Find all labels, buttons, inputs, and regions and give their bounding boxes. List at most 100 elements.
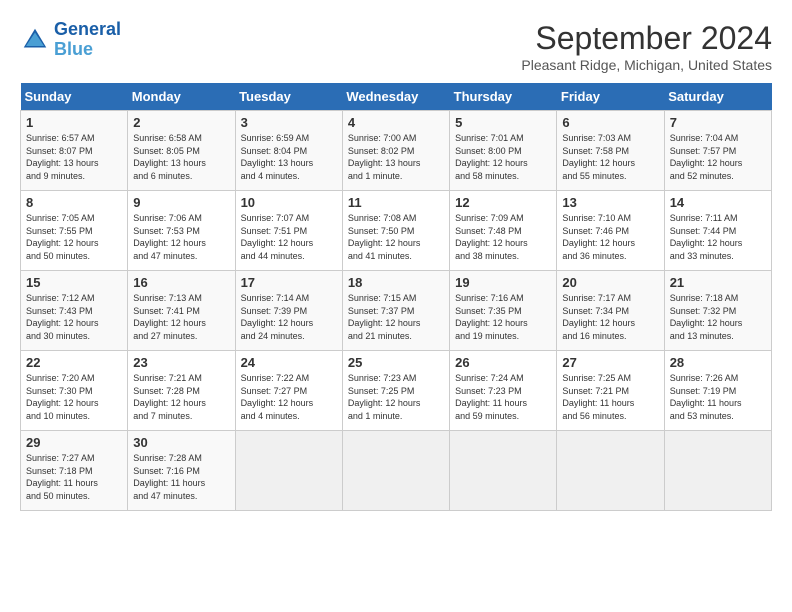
calendar-cell: 20 Sunrise: 7:17 AM Sunset: 7:34 PM Dayli… [557,271,664,351]
calendar-cell [664,431,771,511]
calendar-cell: 29 Sunrise: 7:27 AM Sunset: 7:18 PM Dayli… [21,431,128,511]
day-info: Sunrise: 7:22 AM Sunset: 7:27 PM Dayligh… [241,372,337,422]
day-number: 4 [348,115,444,130]
day-info: Sunrise: 6:58 AM Sunset: 8:05 PM Dayligh… [133,132,229,182]
day-info: Sunrise: 6:57 AM Sunset: 8:07 PM Dayligh… [26,132,122,182]
calendar-cell: 14 Sunrise: 7:11 AM Sunset: 7:44 PM Dayli… [664,191,771,271]
day-number: 28 [670,355,766,370]
day-number: 12 [455,195,551,210]
day-number: 3 [241,115,337,130]
day-info: Sunrise: 7:01 AM Sunset: 8:00 PM Dayligh… [455,132,551,182]
day-info: Sunrise: 7:24 AM Sunset: 7:23 PM Dayligh… [455,372,551,422]
weekday-header-sunday: Sunday [21,83,128,111]
day-number: 6 [562,115,658,130]
day-info: Sunrise: 7:09 AM Sunset: 7:48 PM Dayligh… [455,212,551,262]
day-number: 13 [562,195,658,210]
day-number: 11 [348,195,444,210]
day-info: Sunrise: 7:17 AM Sunset: 7:34 PM Dayligh… [562,292,658,342]
day-info: Sunrise: 7:05 AM Sunset: 7:55 PM Dayligh… [26,212,122,262]
day-info: Sunrise: 7:25 AM Sunset: 7:21 PM Dayligh… [562,372,658,422]
day-number: 5 [455,115,551,130]
calendar-cell: 27Sunrise: 7:25 AM Sunset: 7:21 PM Dayli… [557,351,664,431]
day-info: Sunrise: 7:07 AM Sunset: 7:51 PM Dayligh… [241,212,337,262]
calendar-cell: 9Sunrise: 7:06 AM Sunset: 7:53 PM Daylig… [128,191,235,271]
calendar-week-3: 15Sunrise: 7:12 AM Sunset: 7:43 PM Dayli… [21,271,772,351]
calendar-week-1: 1 Sunrise: 6:57 AM Sunset: 8:07 PM Daylig… [21,111,772,191]
calendar-cell: 16Sunrise: 7:13 AM Sunset: 7:41 PM Dayli… [128,271,235,351]
calendar-cell: 8Sunrise: 7:05 AM Sunset: 7:55 PM Daylig… [21,191,128,271]
calendar-cell: 26 Sunrise: 7:24 AM Sunset: 7:23 PM Dayli… [450,351,557,431]
day-number: 26 [455,355,551,370]
month-title: September 2024 [521,20,772,57]
day-number: 19 [455,275,551,290]
calendar-cell: 30Sunrise: 7:28 AM Sunset: 7:16 PM Dayli… [128,431,235,511]
weekday-header-wednesday: Wednesday [342,83,449,111]
calendar-week-5: 29 Sunrise: 7:27 AM Sunset: 7:18 PM Dayli… [21,431,772,511]
weekday-header-friday: Friday [557,83,664,111]
day-number: 15 [26,275,122,290]
day-number: 7 [670,115,766,130]
day-info: Sunrise: 7:15 AM Sunset: 7:37 PM Dayligh… [348,292,444,342]
weekday-header-saturday: Saturday [664,83,771,111]
calendar-cell: 24 Sunrise: 7:22 AM Sunset: 7:27 PM Dayli… [235,351,342,431]
day-number: 29 [26,435,122,450]
day-number: 1 [26,115,122,130]
day-number: 2 [133,115,229,130]
logo-icon [20,25,50,55]
day-info: Sunrise: 7:27 AM Sunset: 7:18 PM Dayligh… [26,452,122,502]
calendar-cell: 18 Sunrise: 7:15 AM Sunset: 7:37 PM Dayli… [342,271,449,351]
calendar-cell: 11Sunrise: 7:08 AM Sunset: 7:50 PM Dayli… [342,191,449,271]
day-number: 24 [241,355,337,370]
day-info: Sunrise: 7:20 AM Sunset: 7:30 PM Dayligh… [26,372,122,422]
calendar-cell: 15Sunrise: 7:12 AM Sunset: 7:43 PM Dayli… [21,271,128,351]
calendar-cell: 19Sunrise: 7:16 AM Sunset: 7:35 PM Dayli… [450,271,557,351]
day-info: Sunrise: 7:11 AM Sunset: 7:44 PM Dayligh… [670,212,766,262]
day-info: Sunrise: 7:21 AM Sunset: 7:28 PM Dayligh… [133,372,229,422]
weekday-header-tuesday: Tuesday [235,83,342,111]
calendar-cell: 1 Sunrise: 6:57 AM Sunset: 8:07 PM Daylig… [21,111,128,191]
calendar-cell: 17 Sunrise: 7:14 AM Sunset: 7:39 PM Dayli… [235,271,342,351]
calendar-cell: 7Sunrise: 7:04 AM Sunset: 7:57 PM Daylig… [664,111,771,191]
day-number: 20 [562,275,658,290]
calendar-cell: 5 Sunrise: 7:01 AM Sunset: 8:00 PM Daylig… [450,111,557,191]
calendar-cell: 28 Sunrise: 7:26 AM Sunset: 7:19 PM Dayli… [664,351,771,431]
calendar-cell: 13 Sunrise: 7:10 AM Sunset: 7:46 PM Dayli… [557,191,664,271]
day-info: Sunrise: 7:26 AM Sunset: 7:19 PM Dayligh… [670,372,766,422]
logo-text: GeneralBlue [54,20,121,60]
title-block: September 2024 Pleasant Ridge, Michigan,… [521,20,772,73]
day-info: Sunrise: 7:14 AM Sunset: 7:39 PM Dayligh… [241,292,337,342]
location: Pleasant Ridge, Michigan, United States [521,57,772,73]
page-header: GeneralBlue September 2024 Pleasant Ridg… [20,20,772,73]
day-number: 18 [348,275,444,290]
calendar-cell: 10 Sunrise: 7:07 AM Sunset: 7:51 PM Dayli… [235,191,342,271]
weekday-header-row: SundayMondayTuesdayWednesdayThursdayFrid… [21,83,772,111]
day-number: 16 [133,275,229,290]
calendar-cell [450,431,557,511]
day-number: 21 [670,275,766,290]
day-number: 23 [133,355,229,370]
day-info: Sunrise: 6:59 AM Sunset: 8:04 PM Dayligh… [241,132,337,182]
logo: GeneralBlue [20,20,121,60]
calendar-cell: 21 Sunrise: 7:18 AM Sunset: 7:32 PM Dayli… [664,271,771,351]
calendar-cell [235,431,342,511]
calendar-cell [342,431,449,511]
day-number: 25 [348,355,444,370]
day-info: Sunrise: 7:23 AM Sunset: 7:25 PM Dayligh… [348,372,444,422]
calendar-cell: 22Sunrise: 7:20 AM Sunset: 7:30 PM Dayli… [21,351,128,431]
calendar-cell: 23 Sunrise: 7:21 AM Sunset: 7:28 PM Dayli… [128,351,235,431]
day-number: 10 [241,195,337,210]
calendar-week-2: 8Sunrise: 7:05 AM Sunset: 7:55 PM Daylig… [21,191,772,271]
day-number: 14 [670,195,766,210]
calendar-week-4: 22Sunrise: 7:20 AM Sunset: 7:30 PM Dayli… [21,351,772,431]
day-info: Sunrise: 7:03 AM Sunset: 7:58 PM Dayligh… [562,132,658,182]
day-info: Sunrise: 7:18 AM Sunset: 7:32 PM Dayligh… [670,292,766,342]
calendar-table: SundayMondayTuesdayWednesdayThursdayFrid… [20,83,772,511]
day-number: 17 [241,275,337,290]
calendar-cell: 2 Sunrise: 6:58 AM Sunset: 8:05 PM Daylig… [128,111,235,191]
weekday-header-monday: Monday [128,83,235,111]
day-number: 9 [133,195,229,210]
day-info: Sunrise: 7:10 AM Sunset: 7:46 PM Dayligh… [562,212,658,262]
calendar-cell: 12 Sunrise: 7:09 AM Sunset: 7:48 PM Dayli… [450,191,557,271]
weekday-header-thursday: Thursday [450,83,557,111]
day-number: 30 [133,435,229,450]
